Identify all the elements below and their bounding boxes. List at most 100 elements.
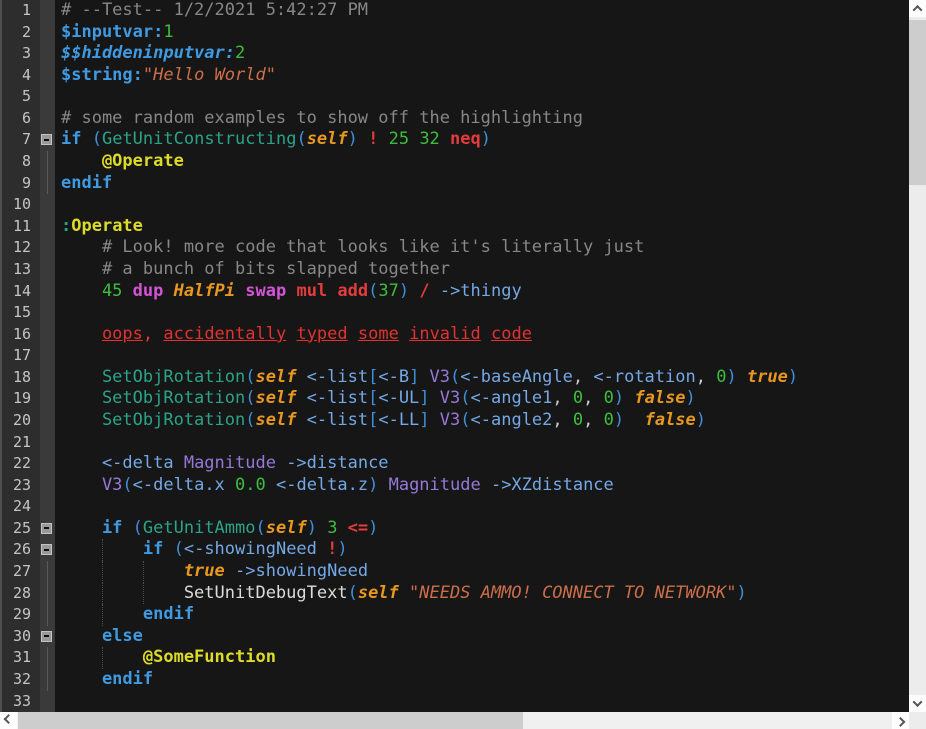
scroll-up-button[interactable] [909,0,926,17]
code-token: <-angle1 [471,388,553,408]
fold-collapse-icon[interactable] [41,523,52,534]
code-text[interactable]: true ->showingNeed [55,561,909,583]
code-text[interactable]: if (GetUnitAmmo(self) 3 <=) [55,518,909,540]
code-text[interactable]: 45 dup HalfPi swap mul add(37) / ->thing… [55,281,909,303]
code-line[interactable]: 12 # Look! more code that looks like it's… [0,237,909,259]
code-token: true [184,561,235,581]
horizontal-scrollbar[interactable] [0,712,909,729]
code-token [481,324,491,344]
code-token: <-delta [102,453,184,473]
code-text[interactable]: if (<-showingNeed !) [55,539,909,561]
code-line[interactable]: 28SetUnitDebugText(self "NEEDS AMMO! CON… [0,583,909,605]
code-line[interactable]: 31@SomeFunction [0,647,909,669]
code-token: 0.0 [235,475,276,495]
code-line[interactable]: 21 [0,432,909,454]
vertical-scrollbar[interactable] [909,0,926,712]
code-text[interactable]: # Look! more code that looks like it's l… [55,237,909,259]
code-line[interactable]: 22<-delta Magnitude ->distance [0,453,909,475]
code-text[interactable]: $$hiddeninputvar:2 [55,43,909,65]
code-line[interactable]: 8@Operate [0,151,909,173]
code-line[interactable]: 13 # a bunch of bits slapped together [0,259,909,281]
code-text[interactable]: # --Test-- 1/2/2021 5:42:27 PM [55,0,909,22]
code-token: ] [419,410,439,430]
code-line[interactable]: 23V3(<-delta.x 0.0 <-delta.z) Magnitude … [0,475,909,497]
code-line[interactable]: 2$inputvar:1 [0,22,909,44]
code-line[interactable]: 27true ->showingNeed [0,561,909,583]
fold-margin [40,43,55,65]
code-token: "NEEDS AMMO! CONNECT TO NETWORK" [409,583,737,603]
code-line[interactable]: 20SetObjRotation(self <-list[<-LL] V3(<-… [0,410,909,432]
code-line[interactable]: 16oops, accidentally typed some invalid … [0,324,909,346]
code-line[interactable]: 4$string:"Hello World" [0,65,909,87]
code-line[interactable]: 6# some random examples to show off the … [0,108,909,130]
code-text[interactable] [55,86,909,108]
code-line[interactable]: 7if (GetUnitConstructing(self) ! 25 32 n… [0,129,909,151]
code-text[interactable]: endif [55,604,909,626]
code-line[interactable]: 25if (GetUnitAmmo(self) 3 <=) [0,518,909,540]
indent-guide [61,647,102,669]
code-line[interactable]: 3$$hiddeninputvar:2 [0,43,909,65]
code-line[interactable]: 26if (<-showingNeed !) [0,539,909,561]
code-text[interactable]: $inputvar:1 [55,22,909,44]
scroll-left-button[interactable] [0,712,17,729]
code-line[interactable]: 10 [0,194,909,216]
line-number: 32 [0,669,40,691]
horizontal-scrollbar-thumb[interactable] [18,712,523,729]
code-line[interactable]: 19 SetObjRotation(self <-list[<-UL] V3(<-… [0,388,909,410]
fold-margin [40,22,55,44]
code-text[interactable]: # a bunch of bits slapped together [55,259,909,281]
fold-collapse-icon[interactable] [41,631,52,642]
code-line[interactable]: 9endif [0,173,909,195]
code-text[interactable] [55,496,909,518]
code-line[interactable]: 30else [0,626,909,648]
code-text[interactable]: endif [55,173,909,195]
fold-collapse-icon[interactable] [41,134,52,145]
code-text[interactable]: SetObjRotation(self <-list[<-LL] V3(<-an… [55,410,909,432]
fold-collapse-icon[interactable] [41,544,52,555]
code-token: ->XZdistance [491,475,614,495]
scroll-right-button[interactable] [892,712,909,729]
code-token: / [409,281,440,301]
code-line[interactable]: 11:Operate [0,216,909,238]
code-line[interactable]: 33 [0,691,909,713]
code-text[interactable] [55,691,909,713]
code-text[interactable] [55,432,909,454]
code-text[interactable]: endif [55,669,909,691]
code-line[interactable]: 1445 dup HalfPi swap mul add(37) / ->thi… [0,281,909,303]
line-number: 13 [0,259,40,281]
code-text[interactable]: SetObjRotation(self <-list[<-UL] V3(<-an… [55,388,909,410]
code-text[interactable]: V3(<-delta.x 0.0 <-delta.z) Magnitude ->… [55,475,909,497]
code-text[interactable]: else [55,626,909,648]
code-token: [ [368,388,378,408]
code-line[interactable]: 5 [0,86,909,108]
code-text[interactable] [55,302,909,324]
code-line[interactable]: 18SetObjRotation(self <-list[<-B] V3(<-b… [0,367,909,389]
code-text[interactable]: <-delta Magnitude ->distance [55,453,909,475]
code-text[interactable]: # some random examples to show off the h… [55,108,909,130]
code-line[interactable]: 24 [0,496,909,518]
code-line[interactable]: 1# --Test-- 1/2/2021 5:42:27 PM [0,0,909,22]
code-text[interactable]: @Operate [55,151,909,173]
code-line[interactable]: 15 [0,302,909,324]
code-token: ) [348,129,368,149]
code-text[interactable]: SetUnitDebugText(self "NEEDS AMMO! CONNE… [55,583,909,605]
code-text[interactable]: @SomeFunction [55,647,909,669]
code-line[interactable]: 29endif [0,604,909,626]
code-text[interactable]: SetObjRotation(self <-list[<-B] V3(<-bas… [55,367,909,389]
code-text[interactable]: oops, accidentally typed some invalid co… [55,324,909,346]
scroll-down-button[interactable] [909,695,926,712]
editor-area[interactable]: 1# --Test-- 1/2/2021 5:42:27 PM2$inputva… [0,0,909,712]
code-text[interactable] [55,345,909,367]
code-line[interactable]: 17 [0,345,909,367]
code-text[interactable]: :Operate [55,216,909,238]
vertical-scrollbar-thumb[interactable] [909,20,926,185]
code-line[interactable]: 32 endif [0,669,909,691]
fold-margin [40,539,55,561]
code-token: endif [61,173,112,193]
code-text[interactable]: if (GetUnitConstructing(self) ! 25 32 ne… [55,129,909,151]
line-number: 19 [0,388,40,410]
chevron-right-icon [896,717,906,727]
code-text[interactable]: $string:"Hello World" [55,65,909,87]
code-text[interactable] [55,194,909,216]
line-number: 12 [0,237,40,259]
